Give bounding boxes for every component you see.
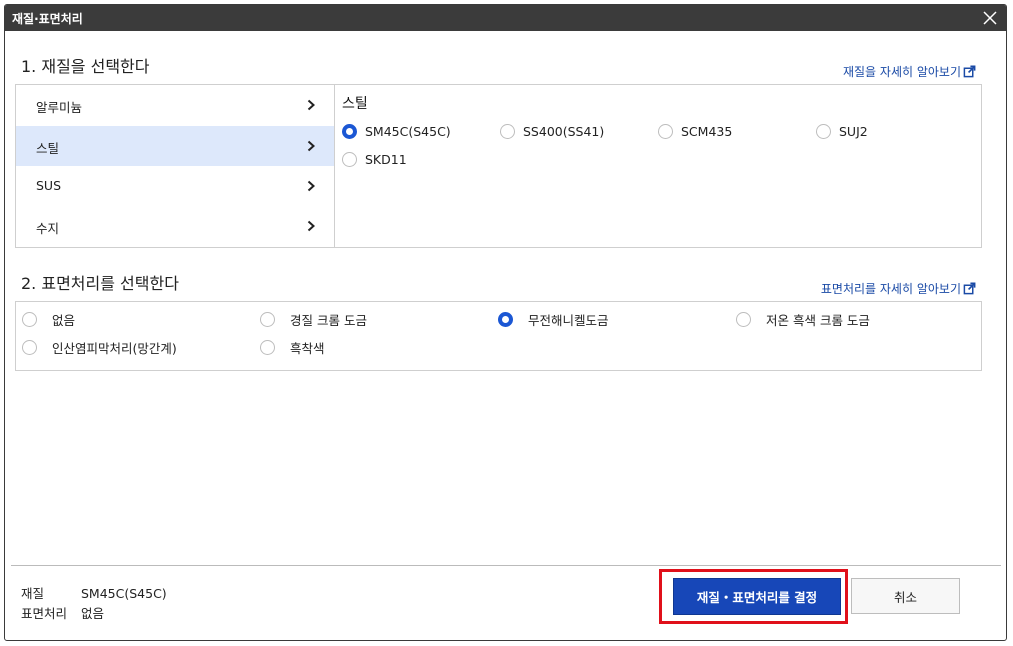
chevron-right-icon xyxy=(307,180,315,192)
radio-icon[interactable] xyxy=(22,312,37,327)
treatment-option-label: 인산염피막처리(망간계) xyxy=(52,341,177,356)
material-option-label: SS400(SS41) xyxy=(523,124,605,139)
material-more-link[interactable]: 재질을 자세히 알아보기 xyxy=(843,63,976,80)
treatment-option-label: 저온 흑색 크롬 도금 xyxy=(766,313,870,328)
material-category-list: 알루미늄 스틸 SUS 수지 xyxy=(16,85,335,247)
treatment-option-hard-chrome[interactable]: 경질 크롬 도금 xyxy=(260,310,367,329)
radio-icon[interactable] xyxy=(22,340,37,355)
material-option-skd11[interactable]: SKD11 xyxy=(342,152,407,167)
treatment-option-phosphate[interactable]: 인산염피막처리(망간계) xyxy=(22,338,177,357)
material-option-label: SM45C(S45C) xyxy=(365,124,451,139)
treatment-option-label: 경질 크롬 도금 xyxy=(290,313,367,328)
summary-material-label: 재질 xyxy=(21,586,45,601)
chevron-right-icon xyxy=(307,140,315,152)
treatment-option-label: 흑착색 xyxy=(290,341,325,356)
chevron-right-icon xyxy=(307,99,315,111)
radio-icon[interactable] xyxy=(736,312,751,327)
chevron-right-icon xyxy=(307,220,315,232)
treatment-option-none[interactable]: 없음 xyxy=(22,310,75,329)
external-link-icon xyxy=(963,65,976,78)
material-option-label: SUJ2 xyxy=(839,124,868,139)
material-more-link-label: 재질을 자세히 알아보기 xyxy=(842,65,961,79)
category-label: 수지 xyxy=(36,221,60,236)
category-item-sus[interactable]: SUS xyxy=(16,166,334,206)
category-item-resin[interactable]: 수지 xyxy=(16,206,334,246)
radio-icon[interactable] xyxy=(342,152,357,167)
dialog-title: 재질·표면처리 xyxy=(12,12,83,26)
radio-selected-icon[interactable] xyxy=(498,312,513,327)
treatment-more-link-label: 표면처리를 자세히 알아보기 xyxy=(820,282,961,296)
footer-divider xyxy=(11,565,1001,566)
confirm-button[interactable]: 재질・표면처리를 결정 xyxy=(673,578,841,615)
material-option-label: SKD11 xyxy=(365,152,407,167)
radio-icon[interactable] xyxy=(260,312,275,327)
treatment-panel: 없음 경질 크롬 도금 무전해니켈도금 저온 흑색 크롬 도금 인산염피막처리(… xyxy=(15,301,982,371)
radio-icon[interactable] xyxy=(500,124,515,139)
treatment-option-black-chrome[interactable]: 저온 흑색 크롬 도금 xyxy=(736,310,870,329)
category-label: 알루미늄 xyxy=(36,100,83,115)
summary-treatment: 표면처리 없음 xyxy=(21,603,104,622)
radio-icon[interactable] xyxy=(260,340,275,355)
section2-title: 2. 표면처리를 선택한다 xyxy=(21,274,179,293)
material-panel: 알루미늄 스틸 SUS 수지 스틸 SM45C(S45C) SS400(SS41… xyxy=(15,84,982,248)
summary-treatment-label: 표면처리 xyxy=(21,606,68,621)
treatment-option-label: 무전해니켈도금 xyxy=(528,313,609,328)
material-options-area: 스틸 SM45C(S45C) SS400(SS41) SCM435 SUJ2 S… xyxy=(336,85,981,247)
material-option-ss400[interactable]: SS400(SS41) xyxy=(500,124,604,139)
material-surface-dialog: 재질·표면처리 1. 재질을 선택한다 재질을 자세히 알아보기 알루미늄 스틸… xyxy=(4,4,1007,641)
category-item-aluminum[interactable]: 알루미늄 xyxy=(16,85,334,125)
close-icon[interactable] xyxy=(980,8,1000,28)
treatment-option-black-oxide[interactable]: 흑착색 xyxy=(260,338,325,357)
category-label: 스틸 xyxy=(36,141,60,156)
material-option-suj2[interactable]: SUJ2 xyxy=(816,124,868,139)
treatment-more-link[interactable]: 표면처리를 자세히 알아보기 xyxy=(821,280,976,297)
cancel-button[interactable]: 취소 xyxy=(851,578,960,614)
material-option-sm45c[interactable]: SM45C(S45C) xyxy=(342,124,451,139)
radio-icon[interactable] xyxy=(816,124,831,139)
radio-icon[interactable] xyxy=(658,124,673,139)
treatment-option-electroless-nickel[interactable]: 무전해니켈도금 xyxy=(498,310,609,329)
material-option-label: SCM435 xyxy=(681,124,733,139)
category-label: SUS xyxy=(36,178,62,193)
radio-selected-icon[interactable] xyxy=(342,124,357,139)
material-option-scm435[interactable]: SCM435 xyxy=(658,124,732,139)
category-item-steel[interactable]: 스틸 xyxy=(16,126,334,166)
summary-treatment-value: 없음 xyxy=(81,606,105,621)
external-link-icon xyxy=(963,282,976,295)
material-group-title: 스틸 xyxy=(342,96,368,112)
dialog-titlebar: 재질·표면처리 xyxy=(5,5,1006,31)
section1-title: 1. 재질을 선택한다 xyxy=(21,57,150,76)
treatment-option-label: 없음 xyxy=(52,313,76,328)
summary-material: 재질 SM45C(S45C) xyxy=(21,583,167,602)
summary-material-value: SM45C(S45C) xyxy=(81,586,167,601)
